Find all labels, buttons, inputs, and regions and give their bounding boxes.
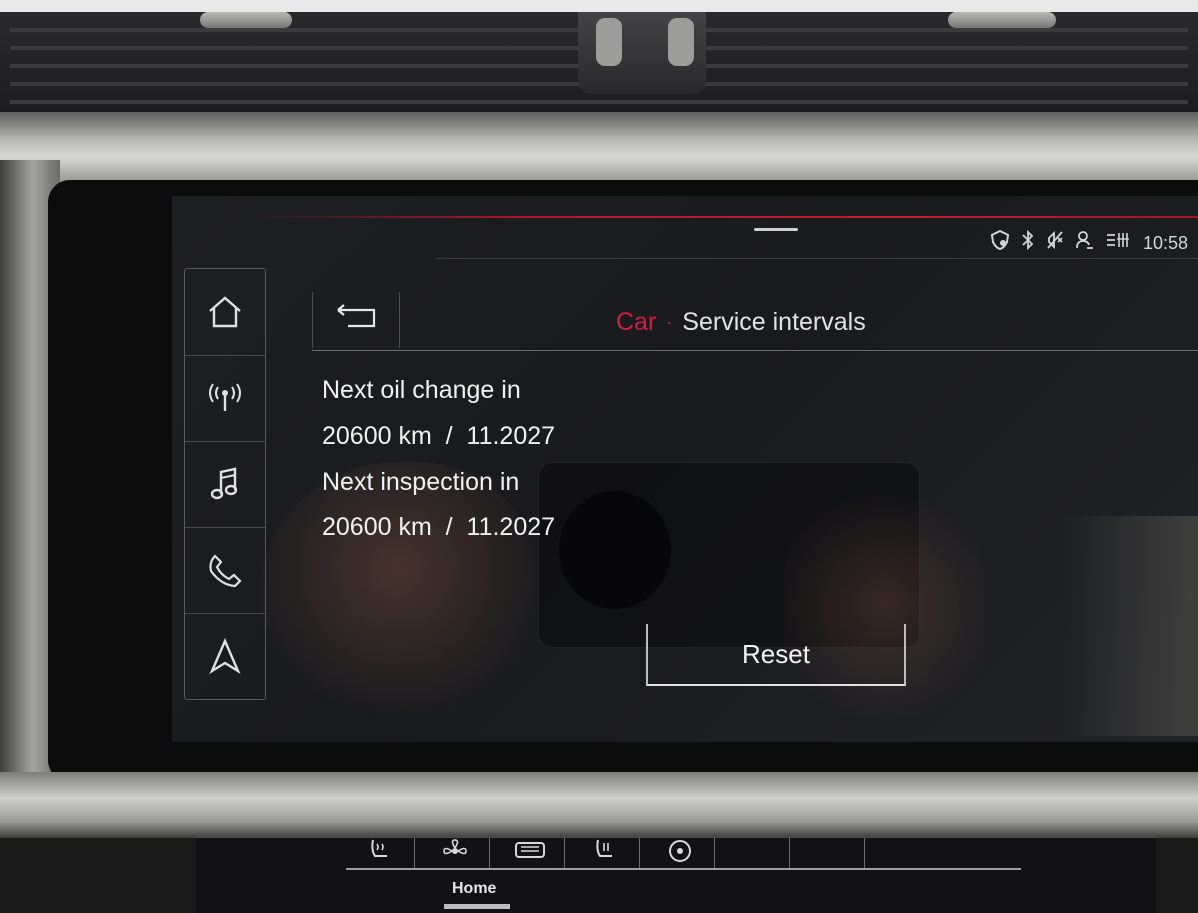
hand-reflection	[258, 462, 538, 732]
vent-slat	[10, 100, 1188, 104]
climate-slot-icon[interactable]	[796, 838, 865, 868]
reset-button[interactable]: Reset	[646, 624, 906, 686]
nav-item-radio[interactable]	[185, 355, 265, 442]
infotainment-screen: 10:58 Car · Service intervals Next oil c…	[172, 196, 1198, 742]
nav-item-phone[interactable]	[185, 527, 265, 614]
inspection-label: Next inspection in	[322, 468, 520, 496]
breadcrumb-parent[interactable]: Car	[616, 308, 656, 337]
climate-divider	[346, 868, 1021, 870]
phone-icon	[205, 552, 245, 588]
breadcrumb-separator: ·	[666, 311, 673, 332]
drag-handle[interactable]	[754, 228, 798, 231]
shield-icon	[989, 229, 1011, 257]
header-divider	[312, 350, 1198, 351]
oil-change-value: 20600 km / 11.2027	[322, 422, 556, 450]
bluetooth-icon	[1021, 229, 1035, 257]
inspection-value: 20600 km / 11.2027	[322, 513, 556, 541]
background-reflection	[1062, 516, 1198, 736]
dashboard-trim-bottom	[0, 772, 1198, 838]
vent-roller	[596, 18, 622, 66]
home-icon	[205, 295, 245, 329]
nav-rail	[184, 268, 266, 700]
nav-item-home[interactable]	[185, 269, 265, 356]
muted-notification-icon	[1045, 229, 1065, 257]
status-accent-line	[248, 216, 1198, 218]
nav-item-navigation[interactable]	[185, 613, 265, 699]
climate-button-row	[346, 838, 1036, 870]
vent-top-strip	[0, 0, 1198, 12]
seat-heat-icon[interactable]	[346, 838, 415, 868]
back-arrow-icon	[330, 303, 382, 337]
fingers-reflection	[784, 498, 984, 738]
back-button[interactable]	[312, 292, 400, 348]
music-note-icon	[205, 466, 245, 502]
vent-knob	[200, 12, 292, 28]
oil-change-label: Next oil change in	[322, 376, 521, 404]
navigation-arrow-icon	[205, 638, 245, 674]
phone-lens-reflection	[559, 491, 671, 609]
climate-home-label[interactable]: Home	[452, 880, 496, 898]
radio-antenna-icon	[205, 381, 245, 415]
climate-slot-icon[interactable]	[721, 838, 790, 868]
dashboard-trim-top	[0, 112, 1198, 186]
climate-control-panel: Home	[196, 836, 1156, 913]
status-divider	[436, 258, 1198, 259]
page-title: Service intervals	[682, 307, 866, 336]
signal-settings-icon	[1105, 229, 1129, 257]
nav-item-media[interactable]	[185, 441, 265, 528]
rear-defrost-icon[interactable]	[496, 838, 565, 868]
fan-icon[interactable]	[421, 838, 490, 868]
steering-heat-icon[interactable]	[646, 838, 715, 868]
user-profile-icon	[1075, 229, 1095, 257]
vent-knob	[948, 12, 1056, 28]
home-indicator	[444, 904, 510, 909]
breadcrumb: Car · Service intervals	[616, 302, 866, 342]
clock-time: 10:58	[1142, 232, 1188, 253]
reset-button-label: Reset	[742, 638, 810, 669]
air-vent	[0, 0, 1198, 118]
status-bar: 10:58	[989, 228, 1188, 258]
seat-vent-icon[interactable]	[571, 838, 640, 868]
vent-roller	[668, 18, 694, 66]
